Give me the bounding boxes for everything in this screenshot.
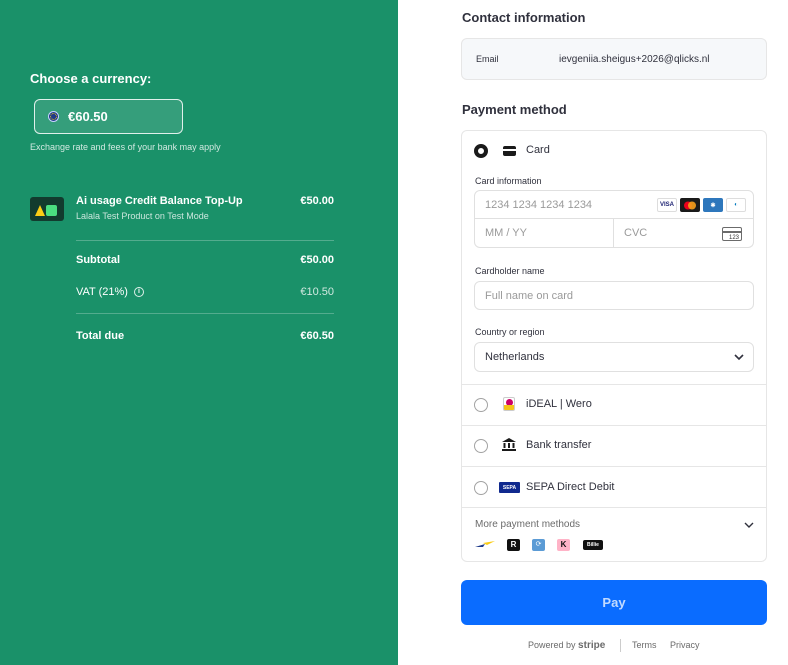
cardholder-label: Cardholder name	[475, 266, 545, 276]
cardholder-name-input[interactable]: Full name on card	[474, 281, 754, 310]
currency-option-eur[interactable]: €60.50	[34, 99, 183, 134]
choose-currency-label: Choose a currency:	[30, 71, 152, 86]
vat-label: VAT (21%)	[76, 286, 128, 298]
klarna-icon: K	[557, 539, 570, 551]
email-value: ievgeniia.sheigus+2026@qlicks.nl	[559, 53, 710, 65]
bank-transfer-label[interactable]: Bank transfer	[526, 439, 591, 451]
order-summary-panel: Choose a currency: €60.50 Exchange rate …	[0, 0, 398, 665]
card-info-label: Card information	[475, 176, 542, 186]
product-image	[30, 197, 64, 221]
eu-flag-icon	[48, 111, 59, 122]
card-option-label[interactable]: Card	[526, 144, 550, 156]
cvc-input[interactable]: CVC 123	[613, 219, 754, 248]
product-title: Ai usage Credit Balance Top-Up	[76, 195, 243, 207]
email-label: Email	[476, 54, 499, 64]
sepa-icon: SEPA	[499, 482, 520, 493]
card-number-placeholder: 1234 1234 1234 1234	[485, 198, 593, 211]
contact-heading: Contact information	[462, 10, 586, 25]
cardholder-placeholder: Full name on card	[485, 289, 574, 302]
country-value: Netherlands	[485, 351, 545, 363]
billie-icon: Billie	[583, 540, 603, 550]
currency-amount: €60.50	[68, 109, 108, 124]
subtotal-label: Subtotal	[76, 254, 120, 266]
card-radio[interactable]	[474, 144, 488, 158]
payment-method-heading: Payment method	[462, 102, 567, 117]
card-icon	[503, 146, 516, 156]
country-label: Country or region	[475, 327, 545, 337]
product-price: €50.00	[300, 195, 334, 207]
divider	[76, 240, 334, 241]
pay-button[interactable]: Pay	[461, 580, 767, 625]
powered-by-label: Powered by	[528, 640, 576, 650]
bank-icon	[502, 438, 516, 451]
bancontact-icon	[475, 541, 495, 547]
ideal-icon	[503, 397, 515, 411]
country-select[interactable]: Netherlands	[474, 342, 754, 372]
terms-link[interactable]: Terms	[632, 640, 657, 650]
exchange-rate-note: Exchange rate and fees of your bank may …	[30, 142, 221, 152]
cvc-card-icon: 123	[722, 227, 742, 241]
divider	[461, 466, 767, 467]
stripe-logo: stripe	[578, 640, 606, 651]
total-label: Total due	[76, 330, 125, 342]
footer-divider	[620, 639, 621, 652]
total-value: €60.50	[300, 330, 334, 342]
divider	[461, 507, 767, 508]
vat-value: €10.50	[300, 286, 334, 298]
divider	[461, 384, 767, 385]
chevron-down-icon	[734, 354, 744, 361]
sepa-radio[interactable]	[474, 481, 488, 495]
more-payment-methods[interactable]: More payment methods	[475, 519, 580, 530]
divider	[461, 425, 767, 426]
visa-icon: VISA	[657, 198, 677, 212]
info-icon[interactable]: i	[133, 287, 144, 297]
chevron-down-icon[interactable]	[744, 522, 754, 529]
vat-row: VAT (21%) i	[76, 286, 144, 298]
privacy-link[interactable]: Privacy	[670, 640, 700, 650]
revolut-icon: R	[507, 539, 520, 551]
cvc-placeholder: CVC	[624, 227, 648, 239]
subtotal-value: €50.00	[300, 254, 334, 266]
expiry-input[interactable]: MM / YY	[474, 219, 614, 248]
ideal-option-label[interactable]: iDEAL | Wero	[526, 398, 592, 410]
mastercard-icon	[680, 198, 700, 212]
expiry-placeholder: MM / YY	[485, 227, 527, 239]
divider	[76, 313, 334, 314]
card-number-input[interactable]: 1234 1234 1234 1234 VISA ✱ ◐	[474, 190, 754, 219]
bank-transfer-radio[interactable]	[474, 439, 488, 453]
sepa-option-label[interactable]: SEPA Direct Debit	[526, 481, 614, 493]
powered-by: Powered by stripe	[528, 640, 605, 651]
ideal-radio[interactable]	[474, 398, 488, 412]
amex-icon: ✱	[703, 198, 723, 212]
diners-icon: ◐	[726, 198, 746, 212]
product-subtitle: Lalala Test Product on Test Mode	[76, 211, 209, 221]
payment-icon: ⟳	[532, 539, 545, 551]
email-field[interactable]: Email ievgeniia.sheigus+2026@qlicks.nl	[461, 38, 767, 80]
